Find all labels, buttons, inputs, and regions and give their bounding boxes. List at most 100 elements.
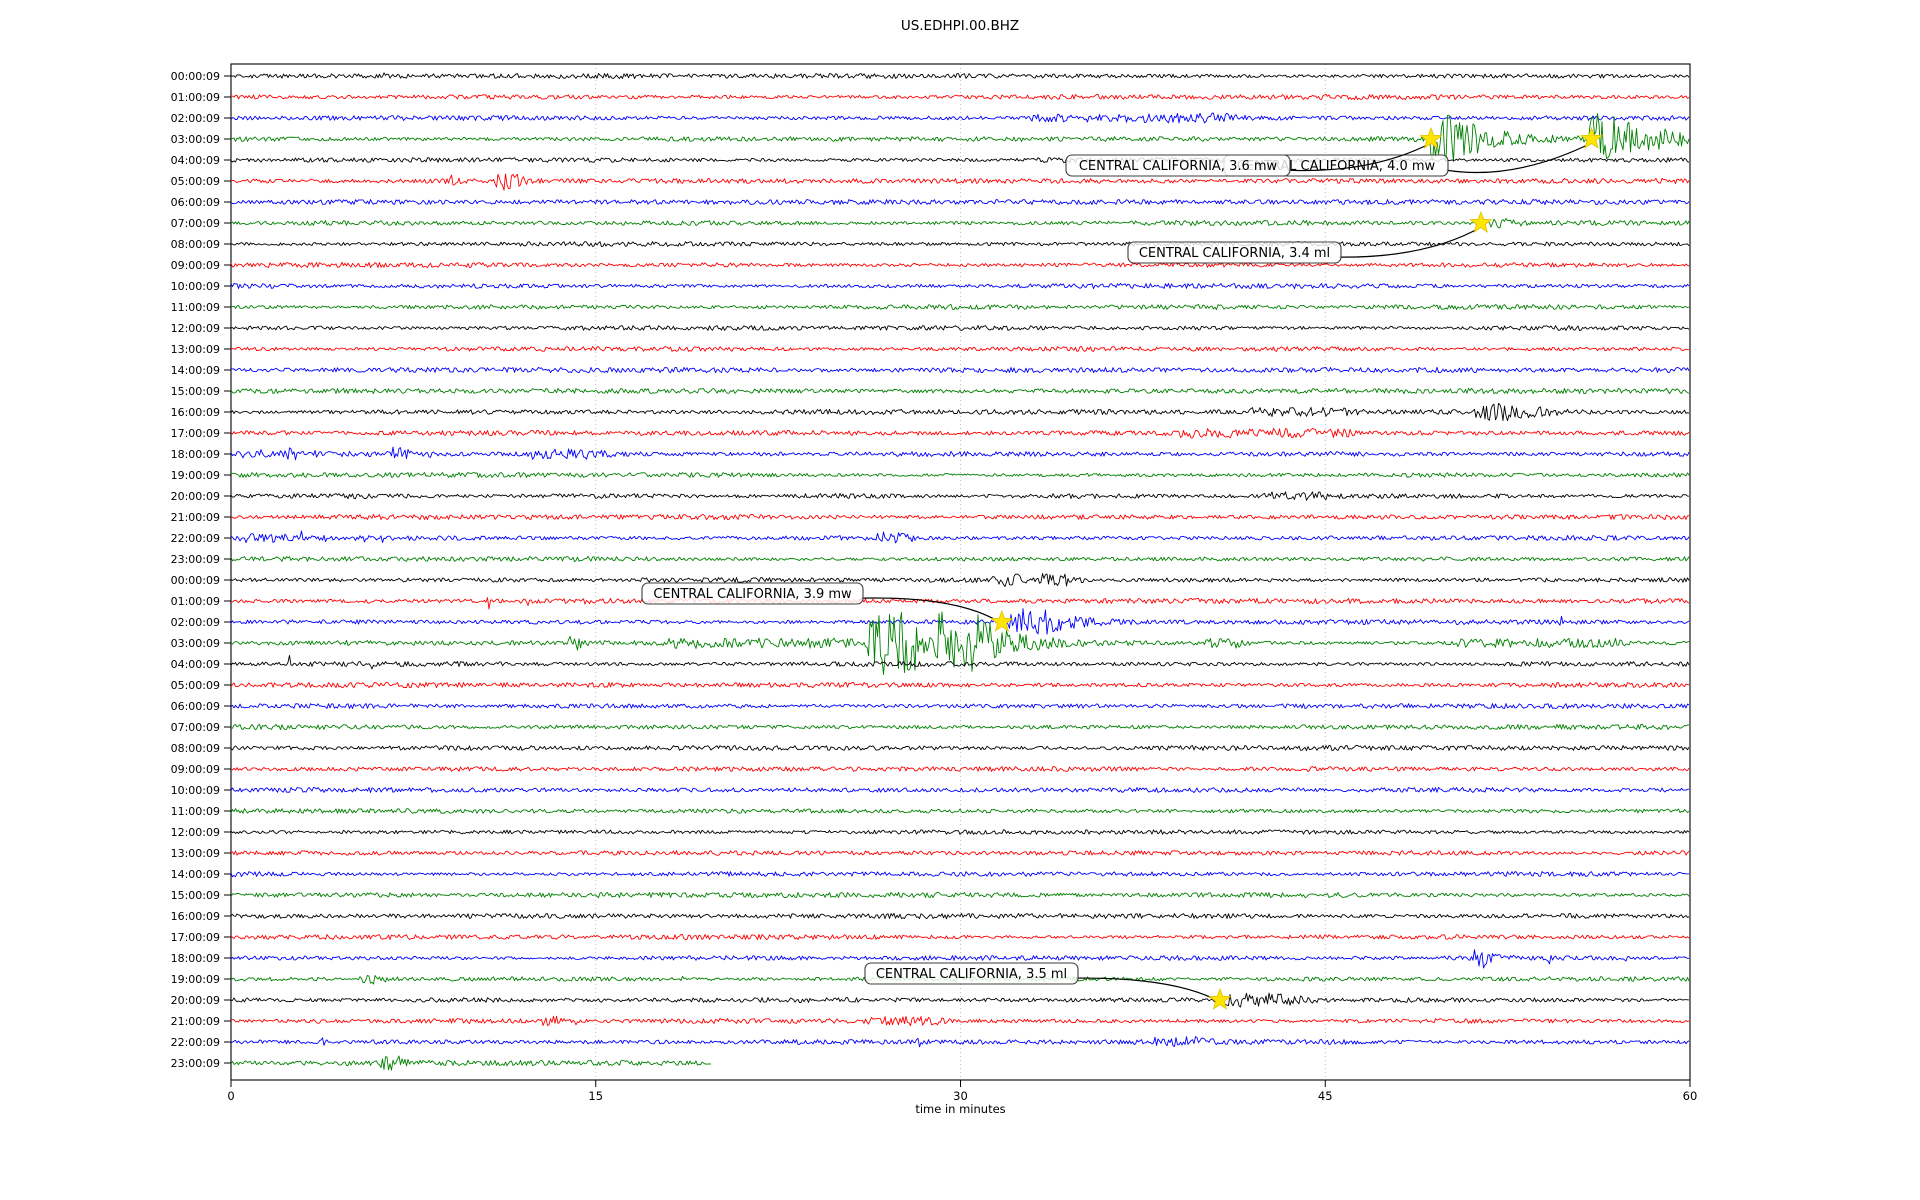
row-label: 03:00:09	[171, 637, 220, 650]
row-label: 08:00:09	[171, 742, 220, 755]
row-label: 08:00:09	[171, 238, 220, 251]
annotation-label: CENTRAL CALIFORNIA, 3.9 mw	[653, 587, 852, 602]
row-label: 23:00:09	[171, 1057, 220, 1070]
annotation-leader	[1075, 977, 1223, 1004]
trace-row-37	[230, 850, 1690, 856]
trace-row-12	[230, 325, 1690, 331]
row-label: 04:00:09	[171, 658, 220, 671]
trace-row-39	[230, 891, 1690, 899]
trace-row-36	[230, 829, 1690, 835]
x-axis-label: time in minutes	[915, 1102, 1006, 1116]
row-label: 22:00:09	[171, 532, 220, 545]
row-label: 14:00:09	[171, 364, 220, 377]
trace-row-30	[230, 703, 1690, 709]
trace-row-24	[230, 573, 1690, 588]
seismogram-figure: US.EDHPI.00.BHZ 00:00:09 01:00:09 02:00:09…	[0, 0, 1920, 1200]
trace-row-26	[230, 608, 1690, 635]
row-label: 11:00:09	[171, 805, 220, 818]
trace-row-20	[230, 491, 1690, 501]
annotation-label: CENTRAL CALIFORNIA, 3.6 mw	[1079, 159, 1278, 174]
row-label: 11:00:09	[171, 301, 220, 314]
row-label: 17:00:09	[171, 427, 220, 440]
row-label: 23:00:09	[171, 553, 220, 566]
row-label: 19:00:09	[171, 973, 220, 986]
trace-row-38	[230, 871, 1689, 878]
trace-row-40	[230, 912, 1690, 920]
trace-row-41	[230, 933, 1690, 941]
x-tick-label: 30	[953, 1089, 968, 1103]
x-tick-label: 45	[1318, 1089, 1333, 1103]
trace-row-13	[230, 345, 1690, 352]
trace-row-22	[230, 530, 1690, 544]
row-label: 20:00:09	[171, 994, 220, 1007]
trace-row-5	[230, 173, 1690, 191]
row-label: 21:00:09	[171, 511, 220, 524]
x-tick-label: 15	[588, 1089, 603, 1103]
row-label: 04:00:09	[171, 154, 220, 167]
trace-row-0	[230, 72, 1690, 79]
row-label: 09:00:09	[171, 259, 220, 272]
trace-row-45	[230, 1015, 1690, 1027]
row-label: 18:00:09	[171, 952, 220, 965]
trace-row-44	[230, 992, 1690, 1008]
annotation-leader	[1445, 141, 1594, 174]
row-label: 10:00:09	[171, 784, 220, 797]
trace-row-2	[230, 112, 1690, 124]
trace-row-31	[230, 723, 1690, 731]
event-star	[1208, 987, 1232, 1010]
row-label: 16:00:09	[171, 910, 220, 923]
plot-area: 00:00:09 01:00:09 02:00:09 03:00:09 04:00:09…	[171, 63, 1698, 1103]
x-tick-label: 60	[1683, 1089, 1698, 1103]
trace-row-23	[230, 555, 1690, 563]
annotation-leader	[1338, 225, 1484, 258]
row-label: 05:00:09	[171, 175, 220, 188]
event-star	[1419, 126, 1443, 149]
trace-row-3	[230, 113, 1690, 163]
row-label: 07:00:09	[171, 217, 220, 230]
row-label: 00:00:09	[171, 70, 220, 83]
row-label: 13:00:09	[171, 847, 220, 860]
row-label: 06:00:09	[171, 196, 220, 209]
row-label: 18:00:09	[171, 448, 220, 461]
row-label: 13:00:09	[171, 343, 220, 356]
trace-row-10	[230, 282, 1690, 290]
row-label: 10:00:09	[171, 280, 220, 293]
trace-row-25	[230, 597, 1690, 610]
trace-row-47	[230, 1055, 712, 1071]
trace-row-34	[230, 786, 1690, 794]
trace-row-33	[230, 766, 1690, 773]
row-label: 02:00:09	[171, 616, 220, 629]
row-label: 01:00:09	[171, 91, 220, 104]
trace-row-4	[230, 156, 1690, 164]
row-label: 15:00:09	[171, 889, 220, 902]
row-label: 22:00:09	[171, 1036, 220, 1049]
row-label: 21:00:09	[171, 1015, 220, 1028]
row-label: 06:00:09	[171, 700, 220, 713]
trace-row-18	[230, 446, 1690, 461]
row-label: 03:00:09	[171, 133, 220, 146]
trace-row-21	[230, 514, 1690, 521]
row-label: 12:00:09	[171, 826, 220, 839]
x-tick-label: 0	[227, 1089, 234, 1103]
trace-row-11	[231, 303, 1690, 311]
trace-row-6	[230, 198, 1690, 206]
row-label: 12:00:09	[171, 322, 220, 335]
annotation-label: CENTRAL CALIFORNIA, 3.4 ml	[1139, 246, 1330, 261]
trace-row-32	[230, 744, 1690, 752]
trace-row-46	[230, 1036, 1690, 1048]
trace-row-8	[230, 241, 1690, 248]
trace-row-17	[230, 428, 1690, 439]
trace-row-9	[230, 261, 1690, 269]
trace-row-16	[230, 402, 1690, 422]
row-label: 19:00:09	[171, 469, 220, 482]
row-label: 17:00:09	[171, 931, 220, 944]
row-label: 15:00:09	[171, 385, 220, 398]
row-label: 14:00:09	[171, 868, 220, 881]
event-star	[1469, 210, 1493, 233]
annotation-label: CENTRAL CALIFORNIA, 3.5 ml	[876, 967, 1067, 982]
trace-row-28	[230, 654, 1690, 670]
trace-row-35	[230, 808, 1690, 814]
row-label: 09:00:09	[171, 763, 220, 776]
row-label: 16:00:09	[171, 406, 220, 419]
row-label: 02:00:09	[171, 112, 220, 125]
